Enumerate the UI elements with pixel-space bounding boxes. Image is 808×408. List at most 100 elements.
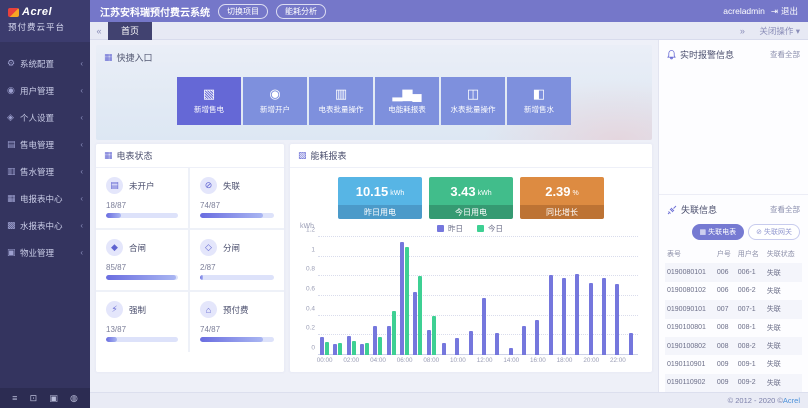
sidebar-item-label: 售电管理: [20, 139, 80, 151]
table-cell: 007: [715, 300, 736, 318]
bar-昨日: [455, 338, 459, 355]
bar-昨日: [400, 242, 404, 355]
bar-昨日: [629, 333, 633, 355]
status-badge-icon: ◇: [200, 239, 217, 256]
close-operations-dropdown[interactable]: 关闭操作 ▾: [759, 25, 800, 37]
legend-swatch: [437, 225, 444, 232]
status-badge-icon: ⊘: [200, 177, 217, 194]
acrel-footer-link[interactable]: Acrel: [783, 396, 800, 405]
chevron-left-icon: ‹: [80, 113, 83, 122]
tabs-scroll-right-icon[interactable]: »: [733, 26, 751, 36]
quick-button-label: 新增售电: [194, 104, 224, 115]
energy-report-card: ▧ 能耗报表 10.15kWh昨日用电3.43kWh今日用电2.39%同比增长 …: [290, 144, 652, 372]
quick-button-water-batch[interactable]: ◫水表批量操作: [441, 77, 505, 125]
sidebar-item-gear[interactable]: ⚙系统配置‹: [0, 50, 90, 77]
x-tick-label: 06:00: [397, 357, 413, 364]
sidebar-item-sell-water[interactable]: ▥售水管理‹: [0, 158, 90, 185]
switch-project-button[interactable]: 切换项目: [218, 4, 268, 19]
water-report-icon: ▩: [7, 220, 20, 231]
logout-button[interactable]: ⇥ 退出: [771, 5, 798, 17]
logo-area: Acrel 预付费云平台: [0, 0, 90, 42]
status-value: 74/87: [200, 201, 274, 210]
quick-button-add-account[interactable]: ◉新增开户: [243, 77, 307, 125]
offline-tab[interactable]: ⊘失联网关: [748, 224, 800, 240]
bar-group: 08:00: [425, 237, 438, 355]
offline-status-cell: 失联: [765, 263, 802, 281]
quick-button-meter-batch[interactable]: ▥电表批量操作: [309, 77, 373, 125]
bell-icon: [667, 50, 676, 60]
quick-button-label: 电能耗报表: [388, 104, 426, 115]
sidebar-item-users[interactable]: ◉用户管理‹: [0, 77, 90, 104]
alarm-view-all-link[interactable]: 查看全部: [770, 49, 800, 60]
quick-button-energy-report[interactable]: ▂▆▄ 电能耗报表: [375, 77, 439, 125]
status-progress-fill: [106, 275, 176, 280]
sidebar-item-property[interactable]: ▣物业管理‹: [0, 239, 90, 266]
offline-tab[interactable]: ▦失联电表: [692, 224, 745, 240]
sell-water-icon: ▥: [7, 166, 20, 177]
copyright-text: © 2012 - 2020 ©: [728, 396, 783, 405]
energy-report-icon: ▂▆▄: [392, 87, 421, 101]
sidebar-item-label: 系统配置: [20, 58, 80, 70]
kpi-tile: 3.43kWh今日用电: [429, 177, 513, 219]
y-tick-label: 0.6: [306, 286, 315, 293]
offline-panel-title: 失联信息: [681, 203, 766, 216]
offline-status-cell: 失联: [765, 337, 802, 355]
offline-tabs: ▦失联电表⊘失联网关: [659, 222, 808, 245]
status-label: 未开户: [129, 180, 155, 192]
status-progress-bar: [200, 275, 274, 280]
quick-button-add-sale-electricity[interactable]: ▧新增售电: [177, 77, 241, 125]
quick-button-add-sale-water[interactable]: ◧新增售水: [507, 77, 571, 125]
status-value: 13/87: [106, 325, 178, 334]
table-cell: 006: [715, 263, 736, 281]
bar-昨日: [413, 292, 417, 355]
sidebar-item-electricity-report[interactable]: ▦电报表中心‹: [0, 185, 90, 212]
bar-昨日: [602, 278, 606, 355]
table-row: 0190100802008008-2失联: [665, 337, 802, 355]
username: acreladmin: [723, 6, 765, 16]
table-cell: 008-1: [736, 319, 765, 337]
kpi-row: 10.15kWh昨日用电3.43kWh今日用电2.39%同比增长: [290, 177, 652, 219]
y-tick-label: 0.4: [306, 305, 315, 312]
table-cell: 006: [715, 282, 736, 300]
status-value: 18/87: [106, 201, 178, 210]
sidebar-item-label: 个人设置: [20, 112, 80, 124]
chevron-left-icon: ‹: [80, 86, 83, 95]
legend-item: 昨日: [437, 223, 463, 234]
kpi-label: 同比增长: [520, 205, 604, 219]
energy-report-title: 能耗报表: [311, 149, 347, 162]
chevron-left-icon: ‹: [80, 167, 83, 176]
sidebar-menu: ⚙系统配置‹◉用户管理‹◈个人设置‹▤售电管理‹▥售水管理‹▦电报表中心‹▩水报…: [0, 42, 90, 388]
x-tick-label: 16:00: [530, 357, 546, 364]
status-progress-fill: [106, 337, 117, 342]
bar-今日: [418, 276, 422, 355]
bar-昨日: [509, 348, 513, 355]
lock-icon[interactable]: ▣: [49, 393, 58, 404]
sidebar-item-sell-electricity[interactable]: ▤售电管理‹: [0, 131, 90, 158]
bar-今日: [365, 343, 369, 355]
offline-view-all-link[interactable]: 查看全部: [770, 204, 800, 215]
sidebar-item-water-report[interactable]: ▩水报表中心‹: [0, 212, 90, 239]
meter-status-item: ◇分闸2/87: [190, 230, 284, 292]
table-cell: 0190080101: [665, 263, 715, 281]
kpi-unit: kWh: [390, 190, 404, 197]
status-progress-bar: [106, 275, 178, 280]
kpi-label: 今日用电: [429, 205, 513, 219]
monitor-icon[interactable]: ⊡: [30, 393, 38, 404]
quick-button-label: 水表批量操作: [451, 104, 496, 115]
menu-icon[interactable]: ≡: [12, 393, 17, 403]
offline-tab-label: 失联网关: [764, 227, 792, 237]
status-badge-icon: ⌂: [200, 301, 217, 318]
table-row: 0190110902009009-2失联: [665, 374, 802, 392]
bar-group: [625, 237, 638, 355]
tab-home[interactable]: 首页: [108, 22, 152, 40]
bar-group: [465, 237, 478, 355]
bar-昨日: [442, 343, 446, 355]
table-row: 0190090101007007-1失联: [665, 300, 802, 318]
globe-icon[interactable]: ◍: [70, 393, 78, 404]
offline-status-cell: 失联: [765, 374, 802, 392]
bar-今日: [338, 343, 342, 355]
energy-analysis-button[interactable]: 能耗分析: [276, 4, 326, 19]
tabs-scroll-left-icon[interactable]: «: [90, 26, 108, 36]
sidebar-item-label: 电报表中心: [20, 193, 80, 205]
sidebar-item-person[interactable]: ◈个人设置‹: [0, 104, 90, 131]
